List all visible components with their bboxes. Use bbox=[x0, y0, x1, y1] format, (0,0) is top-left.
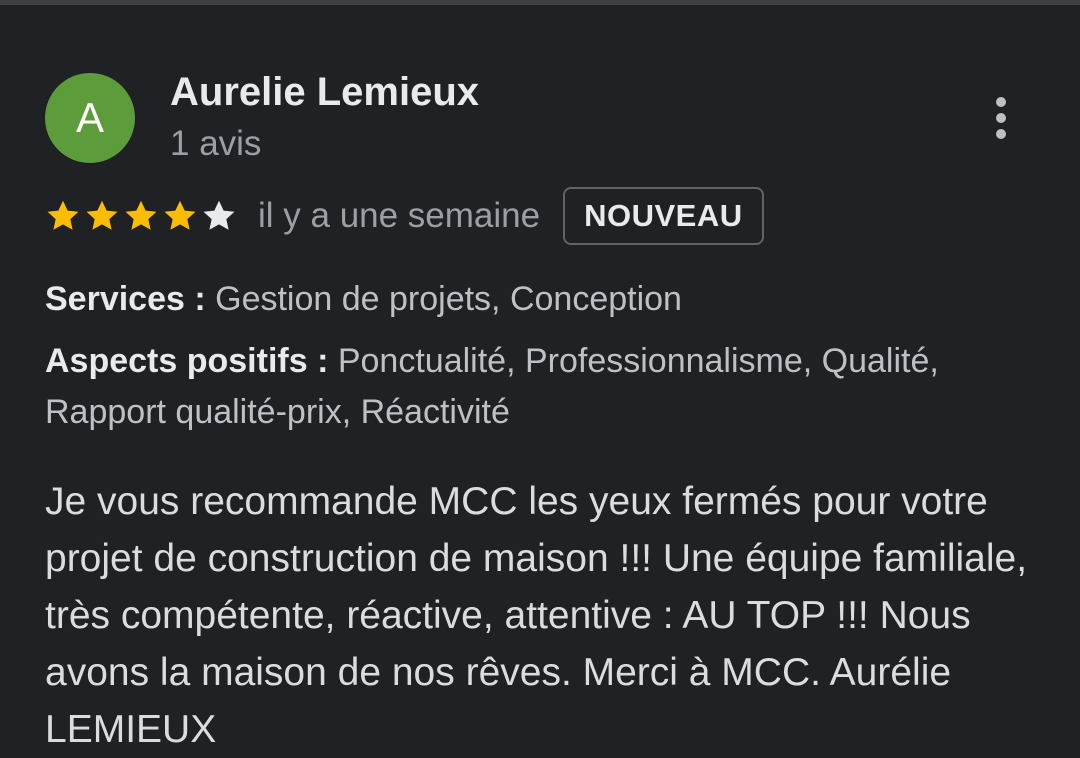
avatar-initial: A bbox=[75, 94, 104, 141]
star-filled-icon bbox=[86, 200, 118, 230]
reviewer-review-count: 1 avis bbox=[170, 124, 262, 163]
more-vertical-icon bbox=[996, 97, 1006, 107]
services-attribute: Services : Gestion de projets, Conceptio… bbox=[45, 274, 1045, 325]
avatar[interactable]: A bbox=[45, 73, 135, 163]
star-empty-icon bbox=[203, 200, 235, 230]
new-badge: NOUVEAU bbox=[563, 187, 764, 245]
star-filled-icon bbox=[164, 200, 196, 230]
services-value: Gestion de projets, Conception bbox=[215, 280, 682, 318]
review-text: Je vous recommande MCC les yeux fermés p… bbox=[45, 480, 1028, 751]
star-filled-icon bbox=[125, 200, 157, 230]
more-options-button[interactable] bbox=[976, 90, 1026, 146]
positive-aspects-attribute: Aspects positifs : Ponctualité, Professi… bbox=[45, 336, 1045, 438]
star-filled-icon bbox=[47, 200, 79, 230]
reviewer-name[interactable]: Aurelie Lemieux bbox=[170, 68, 479, 116]
review-date: il y a une semaine bbox=[258, 196, 541, 235]
top-divider bbox=[0, 0, 1080, 5]
positive-aspects-label: Aspects positifs : bbox=[45, 342, 329, 380]
services-label: Services : bbox=[45, 280, 206, 318]
star-rating bbox=[45, 198, 237, 234]
rating-row: il y a une semaine NOUVEAU bbox=[45, 186, 764, 246]
